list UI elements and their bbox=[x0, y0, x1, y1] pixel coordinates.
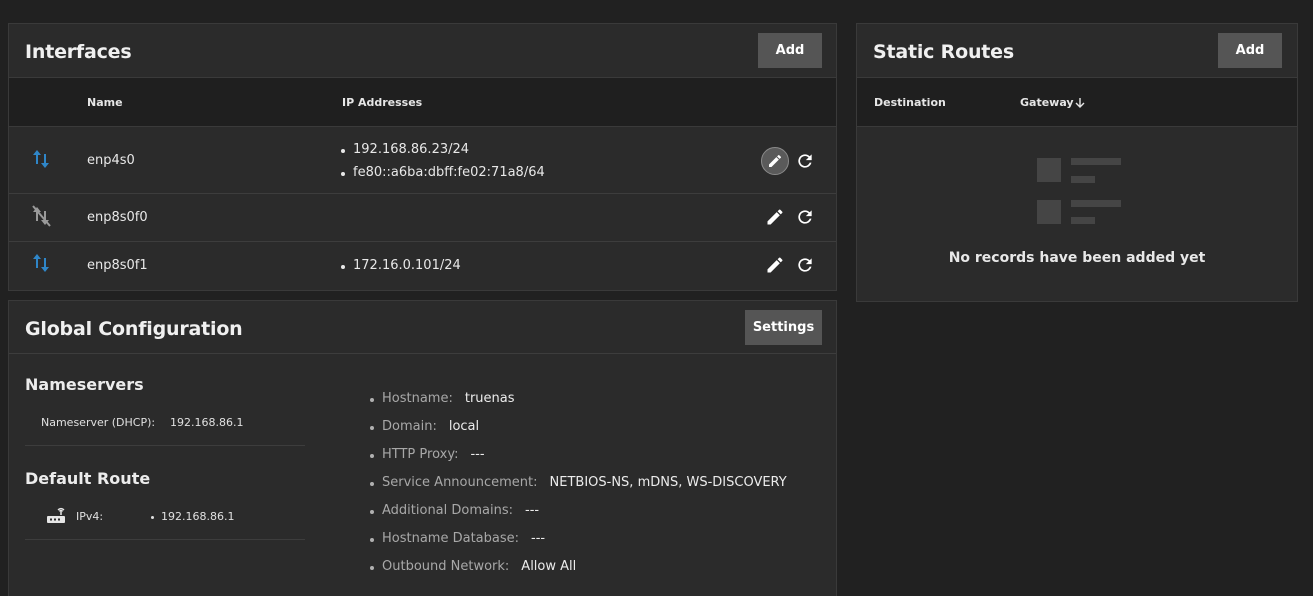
service-announcement-item: Service Announcement: NETBIOS-NS, mDNS, W… bbox=[370, 475, 787, 490]
header-divider bbox=[9, 353, 836, 354]
sort-arrow-down-icon[interactable] bbox=[1073, 96, 1087, 110]
column-header-ip-addresses[interactable]: IP Addresses bbox=[342, 96, 422, 109]
link-up-arrows-icon bbox=[31, 250, 51, 276]
edit-icon[interactable] bbox=[761, 251, 789, 279]
refresh-icon[interactable] bbox=[794, 206, 816, 228]
nameservers-divider bbox=[25, 445, 305, 446]
nameservers-title: Nameservers bbox=[25, 375, 144, 394]
interfaces-table-header: Name IP Addresses bbox=[9, 77, 836, 127]
interfaces-title: Interfaces bbox=[25, 41, 132, 63]
ipv4-label: IPv4: bbox=[76, 510, 104, 523]
interface-row-enp8s0f1[interactable]: enp8s0f1 172.16.0.101/24 bbox=[9, 242, 836, 290]
add-interface-button[interactable]: Add bbox=[758, 33, 822, 68]
hostname-database-item: Hostname Database: --- bbox=[369, 531, 546, 546]
static-routes-table-header: Destination Gateway bbox=[857, 77, 1297, 127]
outbound-network-item: Outbound Network: Allow All bbox=[369, 559, 577, 574]
default-route-divider bbox=[25, 539, 305, 540]
ipv4-value: 192.168.86.1 bbox=[161, 510, 235, 523]
interface-row-enp8s0f0[interactable]: enp8s0f0 bbox=[9, 194, 836, 242]
edit-icon[interactable] bbox=[761, 203, 789, 231]
static-routes-card: Static Routes Add Destination Gateway No… bbox=[856, 23, 1298, 302]
ip-address: fe80::a6ba:dbff:fe02:71a8/64 bbox=[341, 165, 545, 180]
nameserver-dhcp-value: 192.168.86.1 bbox=[170, 416, 244, 429]
column-header-gateway[interactable]: Gateway bbox=[1020, 96, 1074, 109]
ipv4-bullet bbox=[151, 516, 154, 519]
static-routes-title: Static Routes bbox=[873, 41, 1014, 63]
domain-item: Domain: local bbox=[369, 419, 480, 434]
ip-address: 172.16.0.101/24 bbox=[341, 258, 461, 273]
refresh-icon[interactable] bbox=[794, 150, 816, 172]
router-icon bbox=[45, 505, 67, 525]
link-up-arrows-icon bbox=[31, 146, 51, 172]
interface-name: enp8s0f0 bbox=[87, 210, 148, 225]
ip-address: 192.168.86.23/24 bbox=[340, 142, 470, 157]
http-proxy-item: HTTP Proxy: --- bbox=[370, 447, 485, 462]
column-header-name[interactable]: Name bbox=[87, 96, 123, 109]
nameserver-dhcp-label: Nameserver (DHCP): bbox=[41, 416, 156, 429]
hostname-item: Hostname: truenas bbox=[370, 391, 515, 406]
interface-name: enp8s0f1 bbox=[87, 258, 148, 273]
empty-list-icon bbox=[1035, 156, 1123, 228]
global-configuration-card: Global Configuration Settings Nameserver… bbox=[8, 300, 837, 596]
interface-row-enp4s0[interactable]: enp4s0 192.168.86.23/24 fe80::a6ba:dbff:… bbox=[9, 128, 836, 194]
empty-records-message: No records have been added yet bbox=[948, 250, 1206, 266]
global-configuration-title: Global Configuration bbox=[25, 318, 243, 340]
interface-name: enp4s0 bbox=[87, 153, 135, 168]
additional-domains-item: Additional Domains: --- bbox=[369, 503, 540, 518]
link-down-icon bbox=[29, 203, 53, 229]
add-static-route-button[interactable]: Add bbox=[1218, 33, 1282, 68]
column-header-destination[interactable]: Destination bbox=[874, 96, 946, 109]
settings-button[interactable]: Settings bbox=[745, 310, 822, 345]
interfaces-card: Interfaces Add Name IP Addresses enp4s0 … bbox=[8, 23, 837, 291]
refresh-icon[interactable] bbox=[794, 254, 816, 276]
edit-icon[interactable] bbox=[761, 147, 789, 175]
default-route-title: Default Route bbox=[25, 469, 151, 488]
